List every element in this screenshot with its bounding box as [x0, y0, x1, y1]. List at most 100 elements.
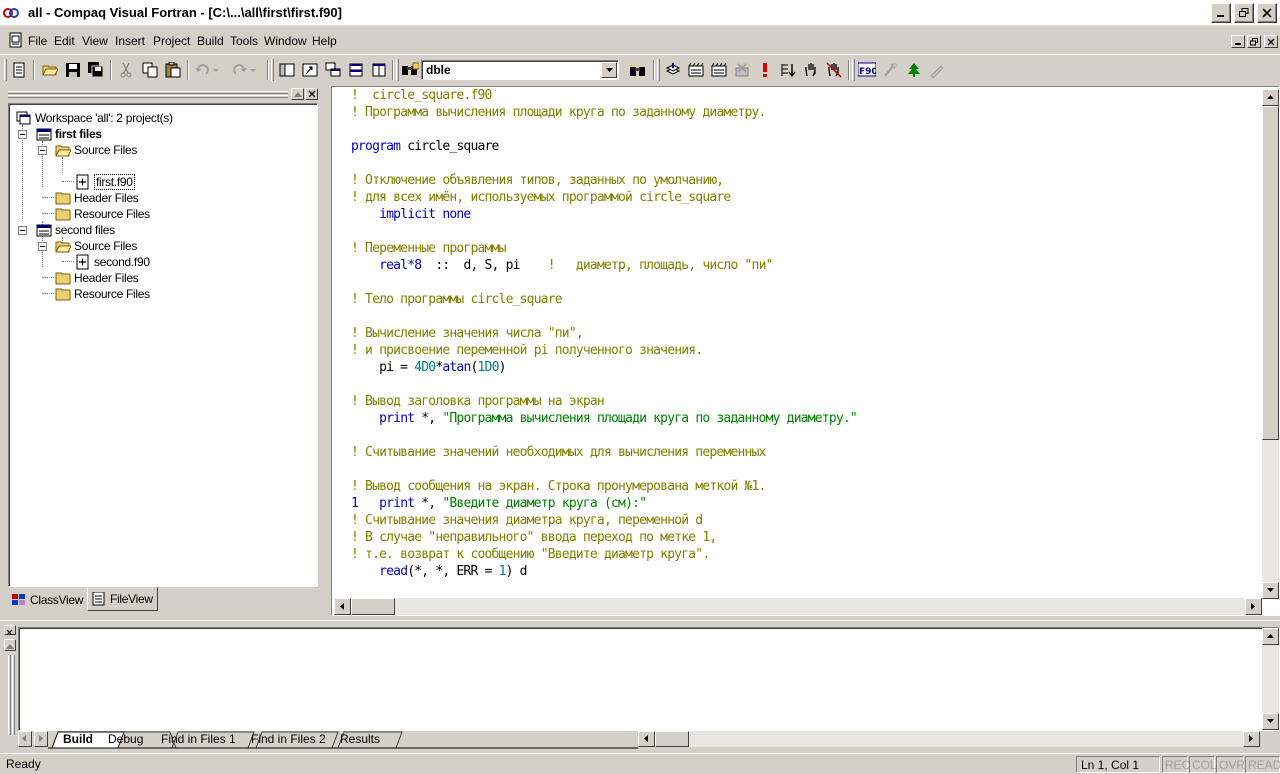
code-line[interactable] — [351, 274, 857, 291]
horizontal-scroll-thumb[interactable] — [655, 731, 689, 747]
code-line[interactable] — [351, 223, 857, 240]
find-button[interactable] — [627, 59, 649, 81]
save-button[interactable] — [62, 59, 84, 81]
document-icon[interactable] — [8, 32, 24, 48]
code-line[interactable]: ! Считывание значений необходимых для вы… — [351, 444, 857, 461]
code-line[interactable] — [351, 308, 857, 325]
code-line[interactable]: ! Программа вычисления площади круга по … — [351, 104, 857, 121]
scroll-left-button[interactable] — [638, 731, 655, 747]
workspace-button[interactable] — [276, 59, 298, 81]
vertical-scrollbar[interactable] — [1262, 89, 1279, 599]
tile-horizontal-button[interactable] — [345, 59, 367, 81]
find-combo[interactable]: dble — [421, 60, 619, 80]
minimize-button[interactable] — [1211, 3, 1231, 23]
panel-grip[interactable] — [8, 95, 288, 98]
panel-close-button[interactable] — [305, 88, 318, 100]
execute-button[interactable] — [754, 59, 776, 81]
toolbar-grip[interactable] — [271, 59, 274, 81]
menu-file[interactable]: File — [28, 34, 47, 48]
copy-button[interactable] — [139, 59, 161, 81]
tab-find-in-files-1[interactable]: Find in Files 1 — [161, 731, 236, 748]
output-text-area[interactable] — [18, 627, 1280, 731]
window-list-button[interactable] — [322, 59, 344, 81]
code-line[interactable]: implicit none — [351, 206, 857, 223]
tab-find-in-files-2[interactable]: Find in Files 2 — [251, 731, 326, 748]
code-line[interactable]: ! Вывод заголовка программы на экран — [351, 393, 857, 410]
mdi-restore-button[interactable] — [1247, 35, 1261, 48]
panel-grip[interactable] — [12, 655, 15, 735]
undo-button[interactable] — [192, 59, 222, 81]
build-button[interactable] — [685, 59, 707, 81]
panel-maximize-button[interactable] — [291, 88, 304, 100]
code-line[interactable] — [351, 461, 857, 478]
find-in-files-button[interactable] — [399, 59, 421, 81]
code-line[interactable]: ! т.е. возврат к сообщению "Введите диам… — [351, 546, 857, 563]
code-line[interactable] — [351, 121, 857, 138]
panel-close-button[interactable] — [4, 625, 16, 636]
scroll-down-button[interactable] — [1262, 713, 1279, 730]
code-editor[interactable]: ! circle_square.f90 ! Программа вычислени… — [331, 86, 1280, 616]
menu-build[interactable]: Build — [197, 34, 224, 48]
scroll-up-button[interactable] — [1262, 628, 1279, 645]
code-line[interactable]: program circle_square — [351, 138, 857, 155]
go-button[interactable] — [777, 59, 799, 81]
expand-toggle[interactable] — [18, 130, 27, 139]
code-line[interactable] — [351, 155, 857, 172]
code-line[interactable]: ! Вычисление значения числа "пи", — [351, 325, 857, 342]
expand-toggle[interactable] — [38, 242, 47, 251]
scroll-up-button[interactable] — [1262, 89, 1279, 106]
find-combo-dropdown[interactable] — [601, 62, 617, 78]
tab-fileview[interactable]: FileView — [87, 587, 158, 611]
toolbar-grip[interactable] — [657, 59, 660, 81]
code-line[interactable]: pi = 4D0*atan(1D0) — [351, 359, 857, 376]
rebuild-button[interactable] — [708, 59, 730, 81]
new-text-file-button[interactable] — [8, 59, 30, 81]
vertical-scroll-thumb[interactable] — [1262, 106, 1279, 440]
code-line[interactable]: read(*, *, ERR = 1) d — [351, 563, 857, 580]
code-line[interactable]: print *, "Программа вычисления площади к… — [351, 410, 858, 427]
paste-button[interactable] — [162, 59, 184, 81]
toolbar-grip[interactable] — [852, 59, 855, 81]
code-line[interactable]: ! для всех имён, используемых программой… — [351, 189, 857, 206]
code-line[interactable] — [351, 427, 857, 444]
restore-button[interactable] — [1234, 3, 1254, 23]
array-viewer-button[interactable] — [903, 59, 925, 81]
redo-button[interactable] — [228, 59, 258, 81]
code-line[interactable]: ! circle_square.f90 — [351, 87, 857, 104]
scroll-left-button[interactable] — [334, 598, 351, 615]
code-line[interactable]: ! Отключение объявления типов, заданных … — [351, 172, 857, 189]
scroll-down-button[interactable] — [1262, 582, 1279, 599]
menu-view[interactable]: View — [82, 34, 108, 48]
output-button[interactable] — [299, 59, 321, 81]
menu-project[interactable]: Project — [153, 34, 190, 48]
tab-scroll-right-button[interactable] — [34, 731, 48, 747]
panel-maximize-button[interactable] — [4, 639, 16, 651]
compile-button[interactable] — [662, 59, 684, 81]
tab-debug[interactable]: Debug — [108, 731, 143, 748]
code-line[interactable]: ! Вывод сообщения на экран. Строка прону… — [351, 478, 857, 495]
toolbar-grip[interactable] — [4, 59, 7, 81]
horizontal-scrollbar[interactable] — [334, 598, 1262, 615]
code-line[interactable]: ! В случае "неправильного" ввода переход… — [351, 529, 857, 546]
code-line[interactable]: ! Считывание значения диаметра круга, пе… — [351, 512, 857, 529]
code-line[interactable]: 1 print *, "Введите диаметр круга (см):" — [351, 495, 857, 512]
code-line[interactable]: ! и присвоение переменной pi полученного… — [351, 342, 857, 359]
tab-results[interactable]: Results — [340, 731, 380, 748]
panel-grip[interactable] — [8, 91, 288, 94]
expand-toggle[interactable] — [18, 226, 27, 235]
stop-build-button[interactable] — [731, 59, 753, 81]
remove-breakpoints-button[interactable] — [823, 59, 845, 81]
mdi-minimize-button[interactable] — [1231, 35, 1245, 48]
expand-toggle[interactable] — [38, 146, 47, 155]
code-line[interactable] — [351, 376, 857, 393]
menu-window[interactable]: Window — [264, 34, 307, 48]
horizontal-scroll-thumb[interactable] — [351, 598, 395, 615]
insert-breakpoint-button[interactable] — [800, 59, 822, 81]
code-content[interactable]: ! circle_square.f90 ! Программа вычислени… — [351, 87, 858, 580]
code-line[interactable]: ! Тело программы circle_square — [351, 291, 857, 308]
panel-grip[interactable] — [8, 655, 11, 735]
code-line[interactable]: real*8 :: d, S, pi ! диаметр, площадь, ч… — [351, 257, 857, 274]
tab-scroll-left-button[interactable] — [18, 731, 32, 747]
scroll-right-button[interactable] — [1245, 598, 1262, 615]
tab-classview[interactable]: ClassView — [8, 589, 87, 611]
